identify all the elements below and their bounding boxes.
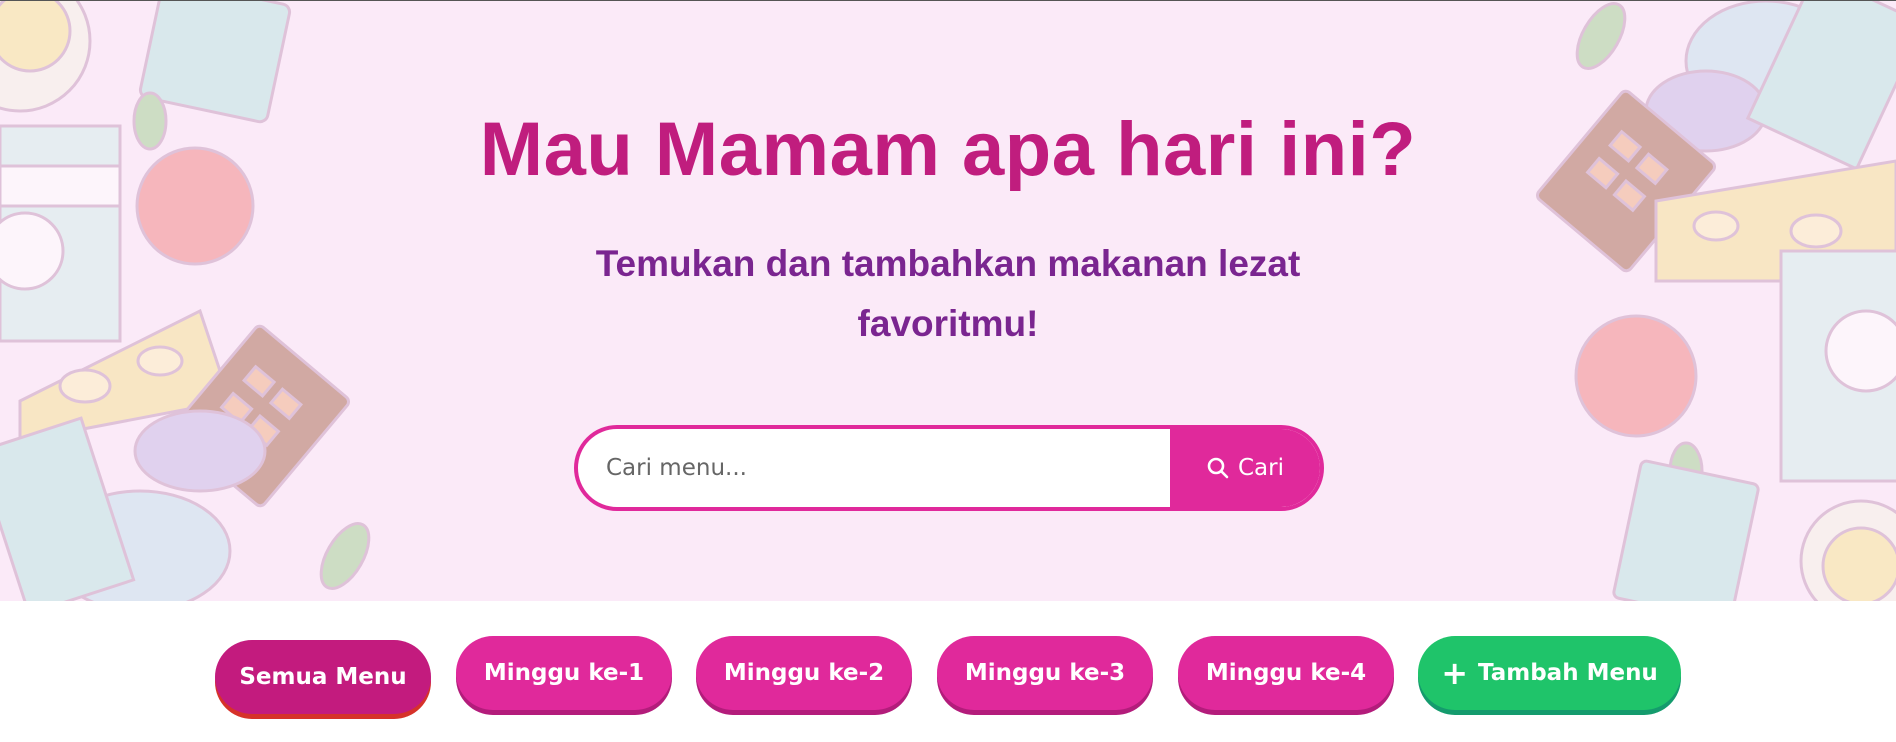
filter-week-3-button[interactable]: Minggu ke-3: [937, 636, 1153, 710]
search-button[interactable]: Cari: [1170, 429, 1320, 507]
filter-label: Semua Menu: [239, 664, 407, 690]
week-filter-bar: Semua Menu Minggu ke-1 Minggu ke-2 Mingg…: [0, 636, 1896, 716]
subtitle-line-2: favoritmu!: [857, 303, 1039, 344]
subtitle-line-1: Temukan dan tambahkan makanan lezat: [595, 243, 1301, 284]
page-subtitle: Temukan dan tambahkan makanan lezat favo…: [0, 234, 1896, 354]
add-menu-button[interactable]: + Tambah Menu: [1418, 636, 1681, 710]
filter-label: Minggu ke-3: [964, 660, 1126, 686]
search-bar: Cari: [574, 425, 1324, 511]
add-menu-label: Tambah Menu: [1478, 660, 1658, 686]
search-input[interactable]: [578, 429, 1170, 507]
filter-week-2-button[interactable]: Minggu ke-2: [696, 636, 912, 710]
filter-all-menu-button[interactable]: Semua Menu: [215, 640, 431, 714]
search-icon: [1207, 457, 1229, 479]
filter-week-4-button[interactable]: Minggu ke-4: [1178, 636, 1394, 710]
filter-week-1-button[interactable]: Minggu ke-1: [456, 636, 672, 710]
page-title: Mau Mamam apa hari ini?: [479, 107, 1417, 192]
filter-label: Minggu ke-2: [723, 660, 885, 686]
search-button-label: Cari: [1238, 455, 1284, 481]
filter-label: Minggu ke-1: [483, 660, 645, 686]
hero-banner: Mau Mamam apa hari ini? Temukan dan tamb…: [0, 1, 1896, 601]
plus-icon: +: [1441, 654, 1468, 692]
filter-label: Minggu ke-4: [1205, 660, 1367, 686]
